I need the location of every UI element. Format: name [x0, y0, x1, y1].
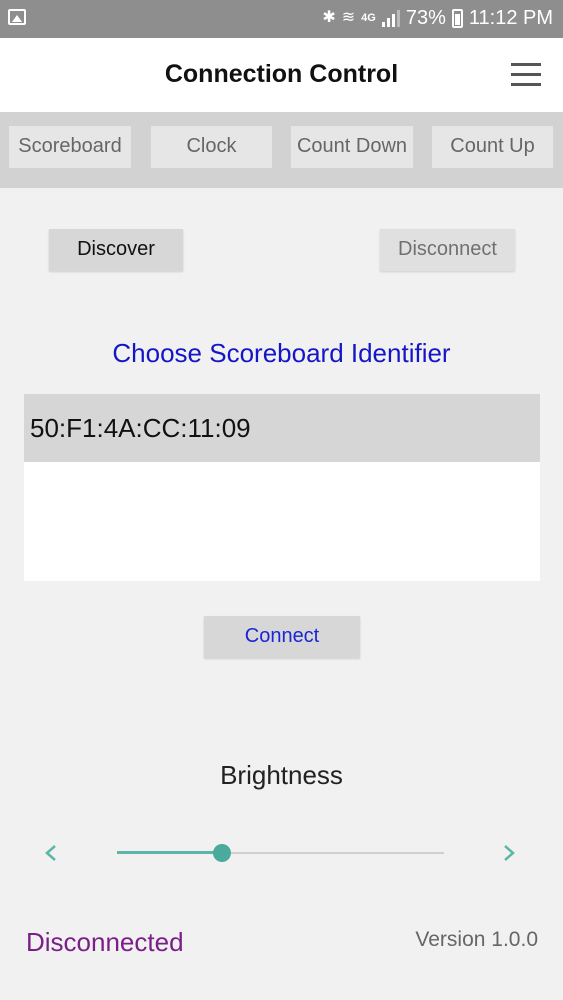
bluetooth-icon: ✱ [322, 9, 336, 26]
tab-count-up[interactable]: Count Up [432, 126, 553, 168]
app-bar: Connection Control [0, 38, 563, 112]
gallery-icon [8, 9, 26, 25]
identifier-list[interactable]: 50:F1:4A:CC:11:09 [24, 394, 540, 581]
tab-scoreboard[interactable]: Scoreboard [9, 126, 131, 168]
brightness-slider[interactable] [117, 842, 444, 864]
slider-thumb[interactable] [213, 844, 231, 862]
connect-button[interactable]: Connect [204, 616, 360, 658]
network-type: 4G [361, 12, 376, 24]
status-bar-indicators: ✱ ≋ 4G 73% 11:12 PM [322, 6, 553, 30]
version-label: Version 1.0.0 [415, 928, 538, 951]
chevron-right-icon[interactable] [496, 838, 522, 868]
disconnect-button[interactable]: Disconnect [380, 229, 515, 271]
discover-button[interactable]: Discover [49, 229, 183, 271]
choose-identifier-heading: Choose Scoreboard Identifier [112, 338, 451, 368]
tab-clock[interactable]: Clock [151, 126, 272, 168]
chevron-left-icon[interactable] [38, 838, 64, 868]
connection-status: Disconnected [26, 927, 184, 957]
battery-icon [451, 8, 463, 28]
battery-percent: 73% [405, 6, 446, 29]
brightness-label: Brightness [220, 760, 343, 790]
list-item[interactable]: 50:F1:4A:CC:11:09 [24, 394, 540, 462]
tab-bar: Scoreboard Clock Count Down Count Up [0, 112, 563, 188]
wifi-icon: ≋ [341, 9, 356, 26]
page-title: Connection Control [164, 60, 399, 88]
hamburger-menu-icon[interactable] [511, 63, 541, 87]
slider-fill [117, 851, 222, 854]
clock-time: 11:12 PM [468, 6, 553, 29]
tab-count-down[interactable]: Count Down [291, 126, 413, 168]
status-bar: ✱ ≋ 4G 73% 11:12 PM [0, 0, 563, 38]
signal-icon [381, 9, 400, 27]
